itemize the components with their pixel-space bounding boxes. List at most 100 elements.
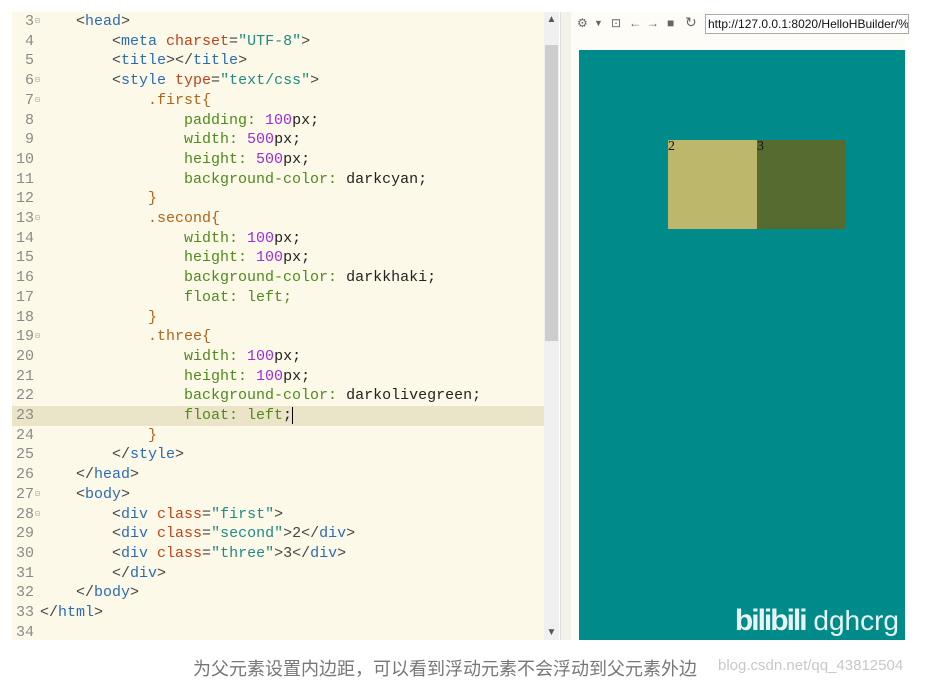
- code-text: <meta charset="UTF-8">: [40, 32, 310, 52]
- code-line[interactable]: 31 </div>: [12, 564, 544, 584]
- code-text: <body>: [40, 485, 130, 505]
- code-token: width:: [40, 229, 248, 247]
- code-token: >3</: [274, 544, 311, 562]
- code-token: "first": [211, 505, 275, 523]
- code-line[interactable]: 7 ⊟ .first{: [12, 91, 544, 111]
- code-token: </: [40, 446, 131, 464]
- code-line[interactable]: 26 </head>: [12, 465, 544, 485]
- code-line[interactable]: 13 ⊟ .second{: [12, 209, 544, 229]
- text-cursor: [292, 406, 294, 424]
- line-number: 29: [15, 525, 34, 543]
- code-token: height:: [40, 367, 257, 385]
- settings-icon[interactable]: ⚙: [577, 16, 588, 30]
- code-token: class: [157, 505, 203, 523]
- console-icon[interactable]: ⊡: [611, 16, 621, 30]
- code-text: background-color: darkcyan;: [40, 170, 427, 190]
- code-line[interactable]: 30 <div class="three">3</div>: [12, 544, 544, 564]
- code-line[interactable]: 24 }: [12, 426, 544, 446]
- code-token: div: [121, 544, 158, 562]
- code-token: >: [238, 52, 248, 70]
- code-token: <: [40, 505, 122, 523]
- line-number: 6: [24, 72, 34, 90]
- code-line[interactable]: 18 }: [12, 308, 544, 328]
- code-line[interactable]: 23 float: left;: [12, 406, 544, 426]
- code-line[interactable]: 21 height: 100px;: [12, 367, 544, 387]
- code-line[interactable]: 34: [12, 623, 544, 640]
- line-number: 11: [15, 170, 34, 188]
- code-text: }: [40, 308, 157, 328]
- code-line[interactable]: 17 float: left;: [12, 288, 544, 308]
- code-text: <style type="text/css">: [40, 71, 319, 91]
- watermark-user: dghcrg: [813, 605, 899, 636]
- code-token: >: [175, 446, 185, 464]
- code-line[interactable]: 32 </body>: [12, 583, 544, 603]
- code-line[interactable]: 11 background-color: darkcyan;: [12, 170, 544, 190]
- code-token: div: [130, 564, 158, 582]
- code-token: ;: [283, 407, 293, 424]
- dropdown-icon[interactable]: ▼: [594, 18, 603, 28]
- scroll-up-icon[interactable]: ▲: [544, 14, 559, 25]
- code-token: title: [121, 52, 167, 70]
- code-token: </: [40, 564, 131, 582]
- code-line[interactable]: 33 </html>: [12, 603, 544, 623]
- code-token: .three{: [40, 328, 212, 346]
- scrollbar-thumb[interactable]: [545, 45, 558, 341]
- code-token: background-color:: [40, 269, 347, 287]
- code-token: </: [40, 604, 59, 621]
- code-line[interactable]: 6 ⊟ <style type="text/css">: [12, 71, 544, 91]
- line-number: 10: [15, 150, 34, 168]
- code-token: float: left;: [40, 288, 293, 306]
- code-token: px;: [274, 347, 302, 365]
- line-number: 20: [15, 347, 34, 365]
- code-line[interactable]: 4 <meta charset="UTF-8">: [12, 32, 544, 52]
- line-number: 22: [15, 387, 34, 405]
- stop-icon[interactable]: ■: [667, 16, 674, 30]
- code-token: <: [40, 52, 122, 70]
- editor-scrollbar[interactable]: ▲ ▼: [544, 12, 559, 640]
- code-text: <div class="second">2</div>: [40, 524, 355, 544]
- code-line[interactable]: 10 height: 500px;: [12, 150, 544, 170]
- code-line[interactable]: 15 height: 100px;: [12, 248, 544, 268]
- code-editor[interactable]: 3 ⊟ <head> 4 <meta charset="UTF-8"> 5 <titl…: [12, 12, 544, 640]
- code-token: =: [202, 505, 212, 523]
- code-line[interactable]: 25 </style>: [12, 445, 544, 465]
- caption: 为父元素设置内边距，可以看到浮动元素不会浮动到父元素外边: [193, 659, 697, 679]
- line-number: 8: [24, 111, 34, 129]
- line-number: 5: [24, 52, 34, 70]
- code-text: <div class="three">3</div>: [40, 544, 346, 564]
- code-line[interactable]: 3 ⊟ <head>: [12, 12, 544, 32]
- code-token: style: [130, 446, 176, 464]
- line-number: 13: [15, 210, 34, 227]
- code-line[interactable]: 5 <title></title>: [12, 51, 544, 71]
- code-token: >2</: [283, 525, 320, 543]
- forward-icon[interactable]: →: [647, 16, 659, 30]
- code-line[interactable]: 28 ⊟ <div class="first">: [12, 505, 544, 525]
- code-token: =: [211, 72, 221, 90]
- reload-icon[interactable]: ↻: [685, 14, 697, 31]
- line-number: 9: [24, 131, 34, 149]
- code-token: body: [85, 485, 122, 503]
- code-token: 500: [247, 131, 275, 149]
- box-label: 3: [757, 139, 764, 154]
- scroll-down-icon[interactable]: ▼: [544, 627, 559, 638]
- line-number: 32: [15, 584, 34, 602]
- code-token: >: [301, 32, 311, 50]
- code-line[interactable]: 20 width: 100px;: [12, 347, 544, 367]
- code-line[interactable]: 9 width: 500px;: [12, 130, 544, 150]
- back-icon[interactable]: ←: [629, 16, 641, 30]
- code-line[interactable]: 29 <div class="second">2</div>: [12, 524, 544, 544]
- code-token: meta: [121, 32, 167, 50]
- code-line[interactable]: 27 ⊟ <body>: [12, 485, 544, 505]
- code-line[interactable]: 8 padding: 100px;: [12, 111, 544, 131]
- code-token: height:: [40, 150, 257, 168]
- line-number: 17: [15, 288, 34, 306]
- code-line[interactable]: 22 background-color: darkolivegreen;: [12, 386, 544, 406]
- code-text: </head>: [40, 465, 139, 485]
- code-line[interactable]: 16 background-color: darkkhaki;: [12, 268, 544, 288]
- code-line[interactable]: 14 width: 100px;: [12, 229, 544, 249]
- code-line[interactable]: 12 }: [12, 189, 544, 209]
- code-line[interactable]: 19 ⊟ .three{: [12, 327, 544, 347]
- browser-preview: ⚙ ▼ ⊡ ← → ■ ↻ http://127.0.0.1:8020/Hell…: [571, 12, 909, 640]
- url-input[interactable]: http://127.0.0.1:8020/HelloHBuilder/%: [705, 14, 909, 34]
- line-number: 28: [15, 505, 34, 523]
